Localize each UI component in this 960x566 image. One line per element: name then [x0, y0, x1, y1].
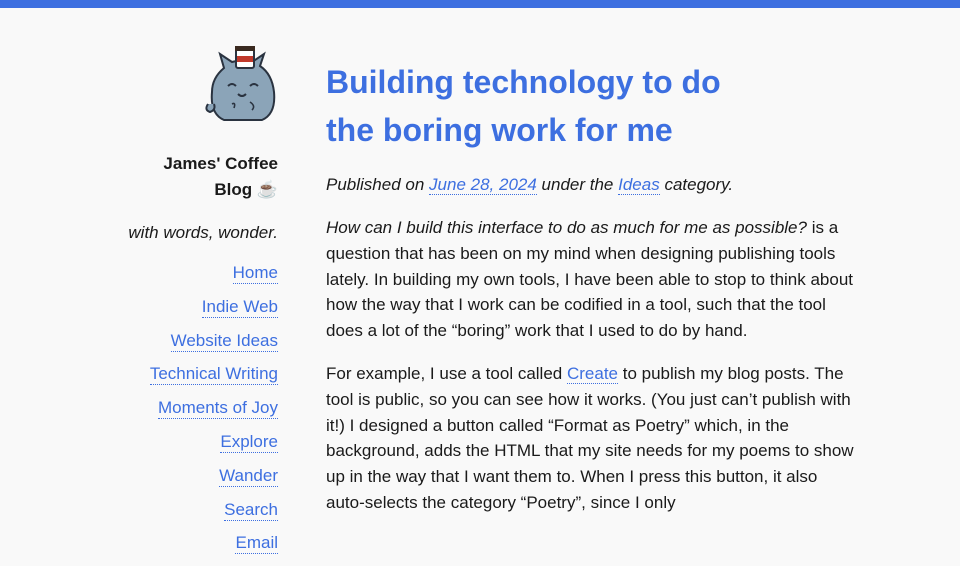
paragraph-question: How can I build this interface to do as … — [326, 218, 807, 237]
nav-link-email[interactable]: Email — [100, 532, 278, 555]
nav-link-website-ideas[interactable]: Website Ideas — [100, 330, 278, 352]
nav-label: Explore — [220, 431, 278, 453]
nav-link-explore[interactable]: Explore — [100, 431, 278, 453]
post-paragraph: How can I build this interface to do as … — [326, 215, 856, 344]
site-tagline: with words, wonder. — [128, 223, 278, 242]
meta-prefix: Published on — [326, 175, 425, 194]
top-accent-bar — [0, 0, 960, 8]
meta-suffix: category. — [664, 175, 734, 194]
create-tool-link[interactable]: Create — [566, 363, 618, 384]
nav-label: Wander — [219, 465, 278, 487]
post-title: Building technology to do the boring wor… — [326, 64, 721, 148]
post-paragraph: For example, I use a tool called Create … — [326, 361, 856, 516]
nav-label: Moments of Joy — [158, 398, 278, 420]
nav-link-search[interactable]: Search — [100, 499, 278, 521]
category-link[interactable]: Ideas — [618, 175, 660, 195]
paragraph-text: For example, I use a tool called — [326, 363, 567, 383]
nav-label: Website Ideas — [170, 330, 278, 352]
nav-link-wander[interactable]: Wander — [100, 465, 278, 487]
nav-link-home[interactable]: Home — [100, 262, 278, 284]
sidebar-nav: Home Indie Web Website Ideas Technical W… — [100, 262, 278, 555]
site-title-line-2[interactable]: Blog ☕ — [100, 177, 278, 203]
sidebar: James' Coffee Blog ☕ with words, wonder.… — [100, 44, 278, 566]
nav-link-technical-writing[interactable]: Technical Writing — [100, 363, 278, 386]
site-title[interactable]: James' Coffee Blog ☕ — [100, 151, 278, 203]
site-title-line-1[interactable]: James' Coffee — [100, 151, 278, 177]
nav-label: Technical Writing — [149, 364, 278, 386]
post-date-link[interactable]: June 28, 2024 — [429, 175, 537, 195]
cat-with-coffee-cup-icon[interactable] — [202, 44, 278, 124]
meta-middle: under the — [541, 175, 614, 194]
nav-label: Search — [224, 499, 278, 521]
post-meta: Published on June 28, 2024 under the Ide… — [326, 172, 856, 198]
nav-link-moments-of-joy[interactable]: Moments of Joy — [100, 397, 278, 420]
post-content: Building technology to do the boring wor… — [326, 58, 856, 516]
nav-link-indie-web[interactable]: Indie Web — [100, 296, 278, 318]
nav-label: Email — [235, 533, 278, 555]
nav-label: Indie Web — [201, 296, 278, 318]
paragraph-text: to publish my blog posts. The tool is pu… — [326, 363, 854, 512]
nav-label: Home — [232, 263, 278, 284]
